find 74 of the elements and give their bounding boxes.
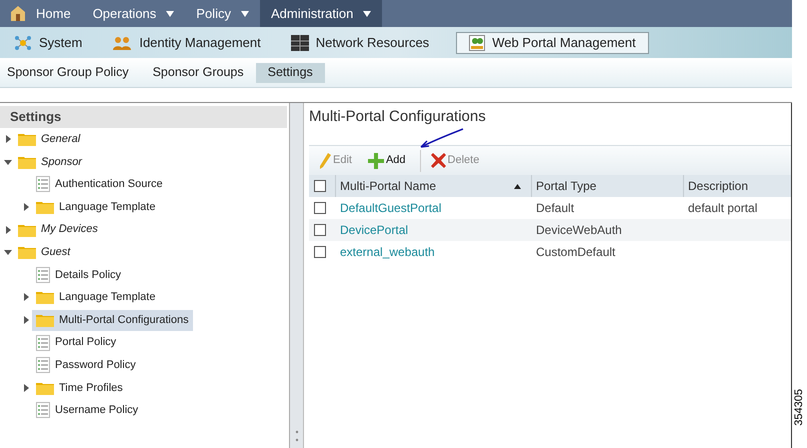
select-all-checkbox[interactable] <box>314 180 326 192</box>
dropdown-caret-icon <box>166 10 174 16</box>
table-cell: default portal <box>688 201 758 215</box>
tree-item[interactable]: My Devices <box>14 219 102 240</box>
row-checkbox[interactable] <box>314 202 326 214</box>
dropdown-caret-icon <box>363 10 372 16</box>
table-cell: Default <box>536 201 574 215</box>
collapse-arrow-icon[interactable] <box>4 158 12 166</box>
list-page-icon <box>36 357 50 374</box>
table-row[interactable]: DevicePortal DeviceWebAuth <box>309 219 791 241</box>
tree-item[interactable]: General <box>14 128 84 150</box>
folder-icon <box>18 154 36 169</box>
nav-menu-tab[interactable]: Administration <box>260 0 382 27</box>
row-checkbox[interactable] <box>314 246 326 258</box>
sub-nav-tab[interactable]: System <box>11 32 86 54</box>
list-page-icon <box>36 402 50 418</box>
list-page-icon <box>36 176 50 192</box>
folder-icon <box>18 245 36 260</box>
tree-item[interactable]: Sponsor <box>14 151 86 172</box>
nav-menu-tab[interactable]: Home <box>25 0 82 27</box>
tree-item[interactable]: Time Profiles <box>32 377 127 398</box>
expand-arrow-icon[interactable] <box>4 226 12 234</box>
sub-nav-tab[interactable]: Identity Management <box>109 32 264 54</box>
pencil-icon <box>319 152 331 168</box>
nav-menu-tab[interactable]: Operations <box>82 0 186 27</box>
tree-item[interactable]: Authentication Source <box>32 174 167 195</box>
figure-number: 354305 <box>793 389 806 426</box>
tree-item[interactable]: Guest <box>14 242 74 263</box>
nav-menu-tab[interactable]: Policy <box>185 0 260 27</box>
folder-icon <box>36 380 54 395</box>
folder-icon <box>18 222 36 237</box>
list-page-icon <box>36 334 50 351</box>
tree-item[interactable]: Details Policy <box>32 264 126 286</box>
portal-name-link[interactable]: DevicePortal <box>340 223 408 237</box>
tree-item[interactable]: Language Template <box>32 286 160 308</box>
page-title: Multi-Portal Configurations <box>309 108 486 125</box>
page-tab[interactable]: Settings <box>256 62 325 82</box>
network-icon <box>14 34 32 50</box>
server-grid-icon <box>290 34 309 50</box>
tree-item[interactable]: Username Policy <box>32 400 142 421</box>
sub-nav-tab[interactable]: Network Resources <box>288 32 432 54</box>
users-icon <box>112 34 132 50</box>
expand-arrow-icon[interactable] <box>4 135 12 144</box>
grip-icon <box>294 430 298 442</box>
plus-icon <box>368 152 384 168</box>
sidebar-title: Settings <box>0 106 287 128</box>
row-checkbox[interactable] <box>314 224 326 236</box>
sort-ascending-icon <box>514 184 521 188</box>
folder-icon <box>36 313 54 328</box>
tree-item[interactable]: Portal Policy <box>32 332 120 354</box>
portal-name-link[interactable]: DefaultGuestPortal <box>340 201 442 215</box>
expand-arrow-icon[interactable] <box>22 203 30 212</box>
tree-item[interactable]: Language Template <box>32 196 160 218</box>
folder-icon <box>36 200 54 214</box>
folder-icon <box>18 132 36 146</box>
collapse-arrow-icon[interactable] <box>4 248 12 256</box>
expand-arrow-icon[interactable] <box>22 384 30 392</box>
tree-item[interactable]: Multi-Portal Configurations <box>32 310 193 331</box>
delete-x-icon <box>430 153 446 168</box>
dropdown-caret-icon <box>240 10 249 16</box>
portal-icon <box>469 34 486 50</box>
expand-arrow-icon[interactable] <box>22 293 30 302</box>
sub-nav-tab[interactable]: Web Portal Management <box>456 32 649 54</box>
portal-name-link[interactable]: external_webauth <box>340 245 435 259</box>
folder-icon <box>36 290 54 304</box>
home-icon[interactable] <box>11 6 25 21</box>
table-cell: DeviceWebAuth <box>536 223 622 237</box>
page-tab[interactable]: Sponsor Groups <box>140 62 256 82</box>
page-tab[interactable]: Sponsor Group Policy <box>0 62 141 82</box>
expand-arrow-icon[interactable] <box>22 316 30 324</box>
tree-item[interactable]: Password Policy <box>32 354 140 376</box>
table-cell: CustomDefault <box>536 245 616 259</box>
toolbar-button[interactable]: Add <box>368 152 406 169</box>
list-page-icon <box>36 266 50 283</box>
